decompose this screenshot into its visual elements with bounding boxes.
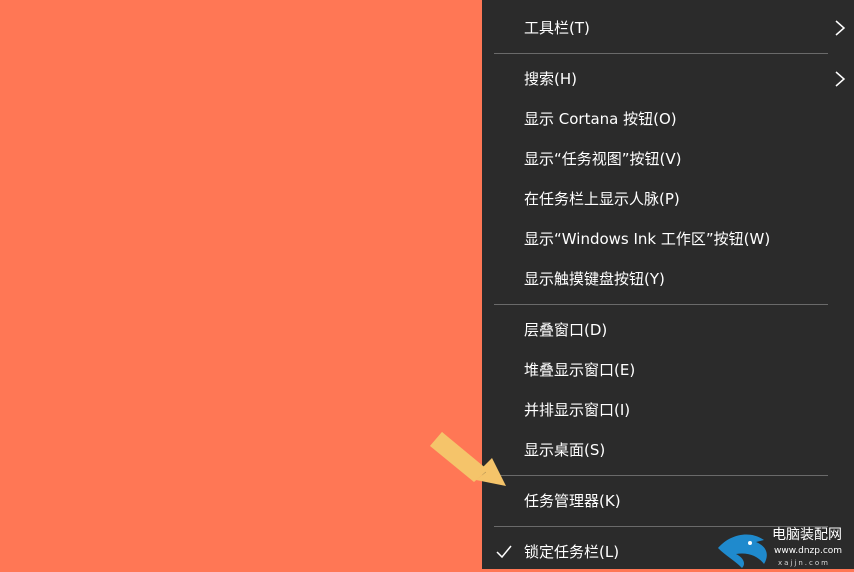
menu-item-task-manager-label: 任务管理器(K) xyxy=(524,492,621,510)
menu-item-side-by-side-windows[interactable]: 并排显示窗口(I) xyxy=(482,390,854,430)
menu-item-lock-taskbar-label: 锁定任务栏(L) xyxy=(524,543,620,561)
menu-item-toolbars[interactable]: 工具栏(T) xyxy=(482,8,854,48)
svg-text:www.dnzp.com: www.dnzp.com xyxy=(774,546,842,556)
menu-item-show-task-view-button[interactable]: 显示“任务视图”按钮(V) xyxy=(482,139,854,179)
menu-item-side-by-side-windows-label: 并排显示窗口(I) xyxy=(524,401,631,419)
menu-item-show-cortana-button[interactable]: 显示 Cortana 按钮(O) xyxy=(482,99,854,139)
menu-separator xyxy=(494,53,828,54)
menu-item-cascade-windows-label: 层叠窗口(D) xyxy=(524,321,608,339)
menu-item-show-desktop[interactable]: 显示桌面(S) xyxy=(482,430,854,470)
chevron-right-icon xyxy=(835,20,846,36)
chevron-right-icon xyxy=(835,71,846,87)
checkmark-icon xyxy=(496,545,512,559)
menu-item-show-task-view-button-label: 显示“任务视图”按钮(V) xyxy=(524,150,682,168)
menu-item-show-windows-ink-button-label: 显示“Windows Ink 工作区”按钮(W) xyxy=(524,230,771,248)
menu-item-task-manager[interactable]: 任务管理器(K) xyxy=(482,481,854,521)
menu-item-search-label: 搜索(H) xyxy=(524,70,577,88)
menu-item-cascade-windows[interactable]: 层叠窗口(D) xyxy=(482,310,854,350)
menu-item-show-desktop-label: 显示桌面(S) xyxy=(524,441,606,459)
menu-item-search[interactable]: 搜索(H) xyxy=(482,59,854,99)
menu-item-toolbars-label: 工具栏(T) xyxy=(524,19,590,37)
desktop-background xyxy=(0,0,482,569)
arrow-annotation-icon xyxy=(430,432,506,486)
menu-separator xyxy=(494,304,828,305)
menu-item-stack-windows[interactable]: 堆叠显示窗口(E) xyxy=(482,350,854,390)
taskbar-context-menu: 工具栏(T) 搜索(H) 显示 Cortana 按钮(O) 显示“任务视图”按钮… xyxy=(482,0,854,569)
menu-item-show-cortana-button-label: 显示 Cortana 按钮(O) xyxy=(524,110,677,128)
menu-item-stack-windows-label: 堆叠显示窗口(E) xyxy=(524,361,636,379)
menu-item-show-people[interactable]: 在任务栏上显示人脉(P) xyxy=(482,179,854,219)
menu-separator xyxy=(494,475,828,476)
menu-item-show-touch-keyboard-button-label: 显示触摸键盘按钮(Y) xyxy=(524,270,665,288)
watermark-logo: 电脑装配网 www.dnzp.com xajjn.com xyxy=(718,527,842,568)
menu-item-show-windows-ink-button[interactable]: 显示“Windows Ink 工作区”按钮(W) xyxy=(482,219,854,259)
menu-item-show-people-label: 在任务栏上显示人脉(P) xyxy=(524,190,680,208)
svg-text:电脑装配网: 电脑装配网 xyxy=(772,527,842,543)
svg-text:xajjn.com: xajjn.com xyxy=(778,559,830,567)
menu-item-show-touch-keyboard-button[interactable]: 显示触摸键盘按钮(Y) xyxy=(482,259,854,299)
